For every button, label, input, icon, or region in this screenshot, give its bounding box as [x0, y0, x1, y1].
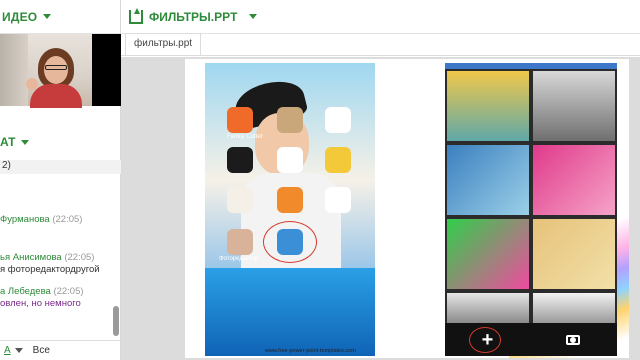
app-label: Family Cutter — [227, 134, 263, 140]
video-pod-title: ИДЕО — [2, 9, 38, 24]
recipient-dropdown[interactable]: Все — [33, 345, 50, 356]
app-icon-photo-editor — [227, 229, 253, 255]
chat-tab[interactable]: 2) — [0, 160, 121, 174]
tab-filters-ppt[interactable]: фильтры.ppt — [125, 33, 202, 55]
chevron-down-icon[interactable] — [21, 139, 30, 145]
phone-screen-apps: Family Cutter Фоторедактор www.free-powe… — [205, 63, 375, 356]
webcam-video — [0, 34, 121, 108]
highlight-circle — [263, 221, 317, 263]
template-url: www.free-power-point-templates.com — [265, 348, 356, 354]
gallery-photo-palm — [447, 71, 529, 141]
gallery-photo-bw-2 — [533, 293, 615, 323]
pool-image — [205, 268, 375, 356]
chat-message: Фурманова (22:05) — [0, 214, 82, 226]
left-panel: ИДЕО АТ 2) Фурманова (22:05) ья Анисимов… — [0, 0, 121, 360]
chat-scrollbar[interactable] — [113, 306, 119, 336]
app-window: ИДЕО АТ 2) Фурманова (22:05) ья Анисимов… — [0, 0, 640, 360]
gallery-photo-smile — [533, 219, 615, 289]
chat-message: ья Анисимова (22:05) — [0, 252, 94, 264]
gallery-photo-glasses — [447, 219, 529, 289]
gallery-photo-boy — [447, 145, 529, 215]
camera-icon — [566, 334, 581, 345]
gallery-photo-person — [533, 71, 615, 141]
share-pod: ФИЛЬТРЫ.PPT фильтры.ppt Family Cutter Фо… — [121, 0, 640, 360]
upload-icon[interactable] — [129, 7, 143, 24]
share-pod-title: ФИЛЬТРЫ.PPT — [149, 9, 238, 24]
presentation-stage: Family Cutter Фоторедактор www.free-powe… — [121, 57, 640, 360]
app-icon — [227, 147, 253, 173]
video-pod-header[interactable]: ИДЕО — [0, 0, 120, 34]
chat-time: (22:05) — [52, 214, 83, 225]
gallery-photo-bw — [447, 293, 529, 323]
chat-pod-title: АТ — [0, 135, 16, 149]
chevron-down-icon[interactable] — [43, 14, 52, 19]
presenter-glasses — [45, 65, 67, 70]
chat-text: я фоторедактордругой — [0, 264, 100, 275]
app-icon — [277, 107, 303, 133]
app-icon — [325, 147, 351, 173]
gallery-photo-girl-pink — [533, 145, 615, 215]
app-icon-family-cutter — [227, 107, 253, 133]
presenter-face — [44, 56, 68, 84]
app-icon — [277, 147, 303, 173]
gallery-header — [445, 63, 617, 69]
chevron-down-icon[interactable] — [249, 14, 258, 19]
presenter-hand — [26, 78, 38, 90]
chat-message: а Лебедева (22:05) — [0, 286, 84, 298]
app-icon — [325, 107, 351, 133]
app-icon — [325, 187, 351, 213]
app-label: Фоторедактор — [219, 256, 259, 262]
chat-author: ья Анисимова — [0, 252, 62, 263]
chat-time: (22:05) — [53, 286, 84, 297]
slide: Family Cutter Фоторедактор www.free-powe… — [185, 59, 629, 358]
chat-time: (22:05) — [64, 252, 95, 263]
text-format-icon[interactable]: A — [4, 345, 11, 356]
background-shelf — [0, 34, 28, 106]
chat-author: а Лебедева — [0, 286, 51, 297]
app-icon — [227, 187, 253, 213]
chat-text: овлен, но немного — [0, 298, 81, 309]
chat-author: Фурманова — [0, 214, 50, 225]
share-pod-header[interactable]: ФИЛЬТРЫ.PPT — [121, 0, 640, 34]
app-icon — [277, 187, 303, 213]
document-tabbar: фильтры.ppt — [121, 33, 640, 56]
phone-screen-gallery: + — [445, 63, 617, 356]
chevron-down-icon[interactable] — [14, 348, 23, 353]
chat-input-bar: A Все — [0, 340, 121, 360]
webcam-scene — [0, 34, 92, 108]
highlight-circle — [469, 327, 501, 353]
presenter-body — [30, 84, 82, 108]
chat-pod-header[interactable]: АТ — [0, 130, 121, 154]
